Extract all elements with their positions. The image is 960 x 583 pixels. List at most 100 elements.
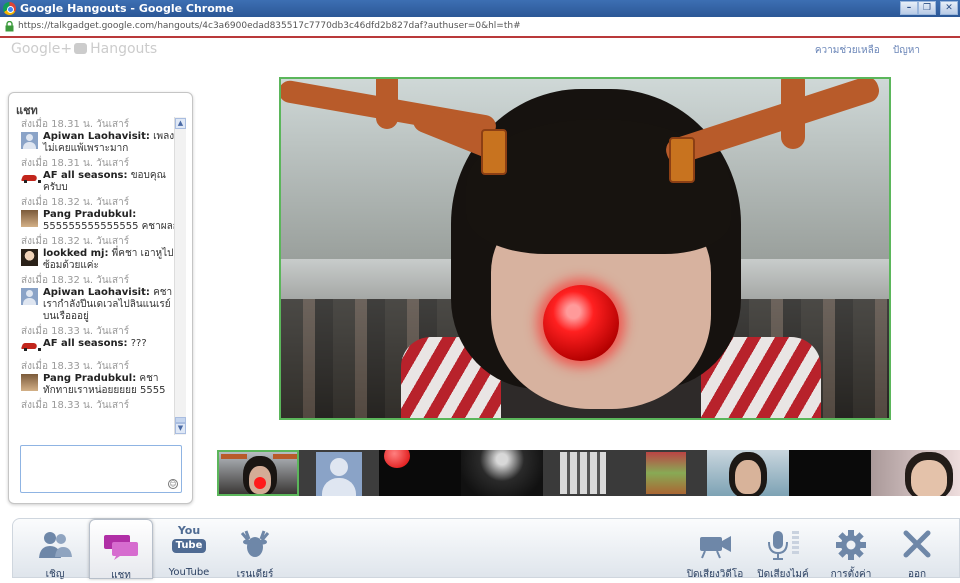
sender-name: Pang Pradubkul: (43, 373, 137, 384)
youtube-icon-tube: Tube (172, 539, 206, 553)
video-camera-icon (700, 536, 731, 559)
red-nose-effect (543, 285, 619, 361)
participant-thumb-3[interactable] (379, 450, 461, 496)
reindeer-button[interactable]: เรนเดียร์ (223, 519, 287, 580)
chat-message: Pang Pradubkul: 555555555555555 คชาผลก (21, 209, 183, 233)
thumb-9-face (911, 460, 947, 496)
sender-name: Apiwan Laohavisit: (43, 131, 150, 142)
lock-icon (5, 21, 14, 32)
message-timestamp: ส่งเมื่อ 18.32 น. วันเสาร์ (21, 275, 130, 286)
participant-thumb-6[interactable] (625, 450, 707, 496)
participant-thumb-8[interactable] (789, 450, 871, 496)
sender-name: AF all seasons: (43, 338, 128, 349)
thumb-7-face (735, 460, 761, 494)
settings-label: การตั้งค่า (830, 569, 872, 580)
message-timestamp: ส่งเมื่อ 18.31 น. วันเสาร์ (21, 119, 130, 130)
mute-video-button[interactable]: ปิดเสียงวิดีโอ (683, 519, 747, 580)
logo-google-text: Google+ (11, 41, 73, 57)
right-antler-tine (781, 79, 805, 149)
chat-message: AF all seasons: ??? (21, 338, 183, 358)
left-antler-tine (376, 79, 398, 129)
youtube-icon-you: You (177, 524, 201, 537)
message-timestamp: ส่งเมื่อ 18.33 น. วันเสาร์ (21, 361, 130, 372)
participant-thumb-4[interactable] (461, 450, 543, 496)
gear-icon (836, 530, 866, 560)
invite-icon (39, 532, 72, 558)
thumb-1-antler-right (273, 454, 297, 459)
right-antler-cap (669, 137, 695, 183)
participant-thumb-1[interactable] (217, 450, 299, 496)
address-bar[interactable]: https://talkgadget.google.com/hangouts/4… (0, 17, 960, 38)
reindeer-label: เรนเดียร์ (236, 569, 274, 580)
message-timestamp: ส่งเมื่อ 18.33 น. วันเสาร์ (21, 400, 130, 411)
sender-name: AF all seasons: (43, 170, 128, 181)
message-timestamp: ส่งเมื่อ 18.33 น. วันเสาร์ (21, 326, 130, 337)
url-text[interactable]: https://talkgadget.google.com/hangouts/4… (18, 21, 521, 31)
car-avatar-icon[interactable] (21, 174, 41, 183)
minimize-button[interactable]: – (900, 1, 918, 15)
youtube-icon: You Tube (172, 525, 206, 559)
chat-label: แชท (111, 570, 131, 581)
sender-name: Apiwan Laohavisit: (43, 287, 150, 298)
chat-message: Apiwan Laohavisit: คชาเรากำลังปีนเดเวลไป… (21, 287, 183, 323)
chat-scrollbar[interactable]: ▲ ▼ (174, 117, 186, 435)
thumb-6-photo (646, 452, 686, 494)
sender-name: Pang Pradubkul: (43, 209, 137, 220)
message-timestamp: ส่งเมื่อ 18.31 น. วันเสาร์ (21, 158, 130, 169)
chat-button[interactable]: แชท (89, 519, 153, 581)
window-title: Google Hangouts - Google Chrome (20, 2, 234, 15)
youtube-button[interactable]: You Tube YouTube (157, 519, 221, 579)
settings-button[interactable]: การตั้งค่า (819, 519, 883, 580)
message-timestamp: ส่งเมื่อ 18.32 น. วันเสาร์ (21, 197, 130, 208)
chat-message: Apiwan Laohavisit: เพลงไม่เคยแพ้เพราะมาก (21, 131, 183, 155)
thumb-1-nose (254, 477, 266, 489)
scroll-down-arrow-icon[interactable]: ▼ (175, 423, 186, 434)
problem-link[interactable]: ปัญหา (893, 45, 920, 56)
mute-video-label: ปิดเสียงวิดีโอ (686, 569, 744, 580)
chat-message: lookked mj: พี่คชา เอาหูไปซ้อมด้วยแค่ะ (21, 248, 183, 272)
bottom-toolbar: เชิญ แชท You Tube YouTube เรนเดียร์ ปิดเ… (12, 518, 960, 581)
thumb-5-photo (560, 452, 606, 494)
message-text: 555555555555555 คชาผลก (43, 221, 179, 232)
avatar[interactable] (21, 249, 38, 266)
restore-button[interactable]: ❐ (918, 1, 936, 15)
default-avatar-icon[interactable] (21, 288, 38, 305)
thumb-3-red-light (384, 450, 410, 468)
smiley-icon[interactable]: ☺ (168, 479, 178, 489)
youtube-label: YouTube (168, 567, 210, 578)
close-window-button[interactable]: ✕ (940, 1, 958, 15)
hangouts-bubble-icon (74, 43, 88, 54)
logo-product-text: Hangouts (90, 41, 158, 57)
participant-thumb-2[interactable] (299, 450, 379, 496)
chat-message: AF all seasons: ขอบคุณครับบ (21, 170, 183, 194)
default-avatar-icon[interactable] (21, 132, 38, 149)
participant-thumb-5[interactable] (543, 450, 625, 496)
scroll-up-arrow-icon[interactable]: ▲ (175, 118, 186, 129)
main-video[interactable] (279, 77, 891, 420)
left-antler-cap (481, 129, 507, 175)
window-title-bar: Google Hangouts - Google Chrome – ❐ ✕ (0, 0, 960, 17)
chat-input[interactable]: ☺ (20, 445, 182, 493)
participant-thumb-7[interactable] (707, 450, 789, 496)
chrome-logo-icon (3, 2, 16, 15)
mute-mic-label: ปิดเสียงไมค์ (757, 569, 809, 580)
chat-log[interactable]: ส่งเมื่อ 18.31 น. วันเสาร์ Apiwan Laohavi… (21, 117, 183, 435)
exit-icon (903, 530, 931, 558)
microphone-icon (768, 531, 799, 560)
exit-label: ออก (907, 569, 927, 580)
mute-mic-button[interactable]: ปิดเสียงไมค์ (751, 519, 815, 580)
thumb-1-antler-left (221, 454, 247, 459)
chat-panel: แชท ส่งเมื่อ 18.31 น. วันเสาร์ Apiwan Lao… (8, 92, 193, 504)
thumb-2-avatar-icon (316, 452, 362, 496)
avatar[interactable] (21, 374, 38, 391)
invite-label: เชิญ (45, 569, 65, 580)
car-avatar-icon[interactable] (21, 342, 41, 351)
avatar[interactable] (21, 210, 38, 227)
header-links: ความช่วยเหลือ ปัญหา (805, 43, 920, 58)
participant-thumb-9[interactable] (871, 450, 960, 496)
help-link[interactable]: ความช่วยเหลือ (815, 45, 880, 56)
exit-button[interactable]: ออก (885, 519, 949, 580)
sender-name: lookked mj: (43, 248, 109, 259)
invite-button[interactable]: เชิญ (23, 519, 87, 580)
reindeer-icon (240, 530, 270, 557)
